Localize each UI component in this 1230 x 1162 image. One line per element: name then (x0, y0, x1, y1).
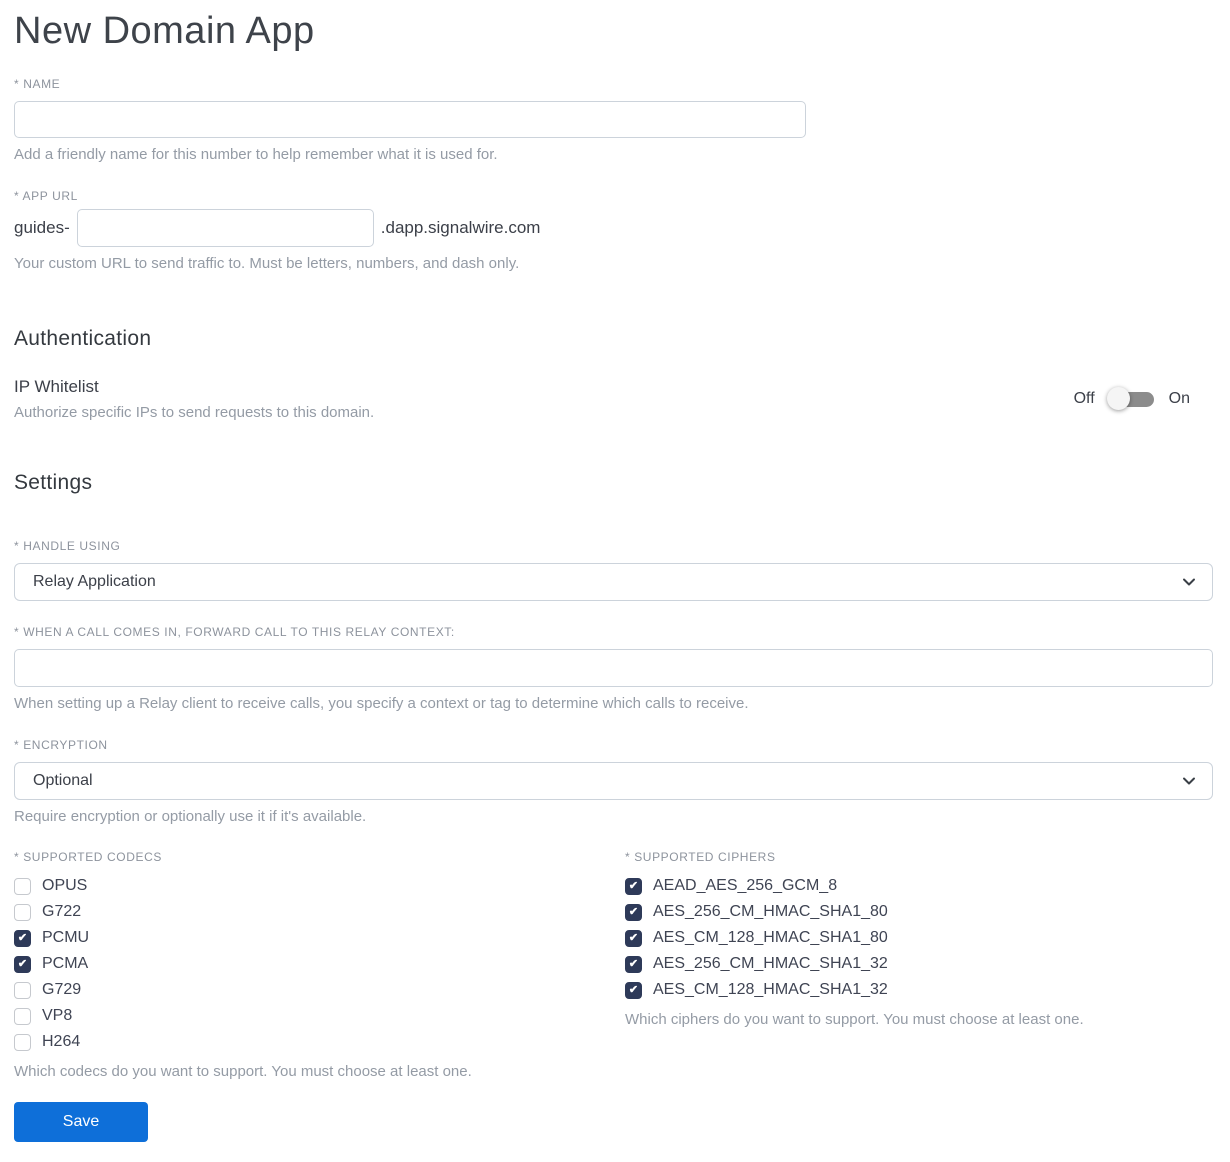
encryption-select-wrap: Optional (14, 761, 1213, 800)
checkbox-label: AEAD_AES_256_GCM_8 (653, 877, 838, 894)
checkbox-row[interactable]: ✔ AEAD_AES_256_GCM_8 (625, 873, 1213, 899)
handle-using-select-wrap: Relay Application (14, 562, 1213, 601)
checkbox-row[interactable]: G729 (14, 977, 625, 1003)
ciphers-checklist: ✔ AEAD_AES_256_GCM_8 ✔ AES_256_CM_HMAC_SHA1… (625, 873, 1213, 1003)
checkbox-label: AES_256_CM_HMAC_SHA1_32 (653, 955, 888, 972)
toggle-knob-icon[interactable] (1106, 386, 1130, 410)
supported-codecs-label: * SUPPORTED CODECS (14, 850, 162, 864)
supported-ciphers-group: * SUPPORTED CIPHERS ✔ AEAD_AES_256_GCM_8 ✔… (625, 850, 1213, 1080)
codecs-helper-text: Which codecs do you want to support. You… (14, 1063, 472, 1080)
encryption-helper-text: Require encryption or optionally use it … (14, 807, 367, 825)
ip-whitelist-row: IP Whitelist Authorize specific IPs to s… (14, 377, 1213, 421)
checkmark-icon: ✔ (628, 879, 639, 892)
app-url-input[interactable] (76, 209, 374, 248)
ip-whitelist-toggle[interactable] (1106, 386, 1155, 410)
app-url-prefix: guides- (14, 218, 70, 238)
checkbox-checked-icon[interactable]: ✔ (14, 955, 31, 973)
handle-using-select[interactable]: Relay Application (14, 562, 1213, 601)
relay-context-label: * WHEN A CALL COMES IN, FORWARD CALL TO … (14, 624, 455, 639)
checkmark-icon: ✔ (628, 957, 639, 970)
relay-context-input[interactable] (14, 648, 1213, 687)
checkmark-icon: ✔ (17, 931, 28, 944)
checkbox-row[interactable]: G722 (14, 899, 625, 925)
encryption-select[interactable]: Optional (14, 761, 1213, 800)
checkbox-checked-icon[interactable]: ✔ (14, 929, 31, 947)
checkbox-unchecked-icon[interactable] (14, 1033, 31, 1051)
handle-using-label: * HANDLE USING (14, 538, 121, 553)
new-domain-app-form: New Domain App * NAME Add a friendly nam… (0, 0, 1230, 1162)
encryption-group: * ENCRYPTION Optional Require encryption… (14, 738, 1213, 827)
checkmark-icon: ✔ (628, 983, 639, 996)
checkbox-checked-icon[interactable]: ✔ (625, 929, 642, 947)
checkbox-row[interactable]: ✔ AES_256_CM_HMAC_SHA1_32 (625, 951, 1213, 977)
checkbox-row[interactable]: H264 (14, 1029, 625, 1055)
name-field-group: * NAME Add a friendly name for this numb… (14, 77, 1213, 165)
checkbox-unchecked-icon[interactable] (14, 877, 31, 895)
ciphers-helper-text: Which ciphers do you want to support. Yo… (625, 1011, 1084, 1028)
checkbox-checked-icon[interactable]: ✔ (625, 877, 642, 895)
app-url-label: * APP URL (14, 189, 78, 204)
checkbox-row[interactable]: ✔ AES_256_CM_HMAC_SHA1_80 (625, 899, 1213, 925)
checkbox-label: PCMU (42, 929, 90, 946)
app-url-suffix: .dapp.signalwire.com (380, 218, 541, 238)
relay-context-group: * WHEN A CALL COMES IN, FORWARD CALL TO … (14, 625, 1213, 714)
codecs-ciphers-section: * SUPPORTED CODECS OPUS G722 ✔ PCMU ✔ PCMA G72… (14, 850, 1213, 1080)
toggle-off-label: Off (1073, 389, 1095, 407)
checkbox-label: VP8 (42, 1007, 73, 1024)
codecs-checklist: OPUS G722 ✔ PCMU ✔ PCMA G729 VP8 H264 (14, 873, 625, 1055)
checkbox-row[interactable]: OPUS (14, 873, 625, 899)
ip-whitelist-text-block: IP Whitelist Authorize specific IPs to s… (14, 377, 374, 421)
checkbox-unchecked-icon[interactable] (14, 1007, 31, 1025)
checkbox-row[interactable]: VP8 (14, 1003, 625, 1029)
handle-using-group: * HANDLE USING Relay Application (14, 539, 1213, 601)
name-label: * NAME (14, 77, 61, 91)
relay-context-helper-text: When setting up a Relay client to receiv… (14, 694, 749, 712)
checkbox-unchecked-icon[interactable] (14, 981, 31, 999)
checkbox-checked-icon[interactable]: ✔ (625, 981, 642, 999)
checkbox-row[interactable]: ✔ AES_CM_128_HMAC_SHA1_32 (625, 977, 1213, 1003)
checkbox-row[interactable]: ✔ PCMU (14, 925, 625, 951)
app-url-row: guides- .dapp.signalwire.com (14, 209, 1213, 248)
checkbox-checked-icon[interactable]: ✔ (625, 955, 642, 973)
encryption-label: * ENCRYPTION (14, 737, 108, 752)
app-url-field-group: * APP URL guides- .dapp.signalwire.com Y… (14, 189, 1213, 274)
page-title: New Domain App (14, 10, 315, 52)
name-helper-text: Add a friendly name for this number to h… (14, 146, 498, 163)
checkbox-label: G729 (42, 981, 82, 998)
toggle-on-label: On (1168, 389, 1190, 407)
checkbox-checked-icon[interactable]: ✔ (625, 903, 642, 921)
checkbox-label: G722 (42, 903, 82, 920)
checkbox-label: AES_256_CM_HMAC_SHA1_80 (653, 903, 888, 920)
save-button[interactable]: Save (14, 1102, 148, 1142)
checkmark-icon: ✔ (17, 957, 28, 970)
settings-heading: Settings (14, 470, 93, 494)
ip-whitelist-label: IP Whitelist (14, 376, 99, 396)
name-input[interactable] (14, 101, 806, 138)
authentication-heading: Authentication (14, 326, 152, 350)
checkbox-row[interactable]: ✔ PCMA (14, 951, 625, 977)
supported-codecs-group: * SUPPORTED CODECS OPUS G722 ✔ PCMU ✔ PCMA G72… (14, 850, 625, 1080)
ip-whitelist-toggle-group: Off On (1073, 386, 1190, 410)
checkbox-label: H264 (42, 1033, 81, 1050)
checkmark-icon: ✔ (628, 931, 639, 944)
checkbox-row[interactable]: ✔ AES_CM_128_HMAC_SHA1_80 (625, 925, 1213, 951)
supported-ciphers-label: * SUPPORTED CIPHERS (625, 850, 776, 864)
ip-whitelist-helper-text: Authorize specific IPs to send requests … (14, 403, 375, 421)
app-url-helper-text: Your custom URL to send traffic to. Must… (14, 255, 520, 273)
checkbox-label: PCMA (42, 955, 89, 972)
checkbox-label: AES_CM_128_HMAC_SHA1_80 (653, 929, 888, 946)
checkmark-icon: ✔ (628, 905, 639, 918)
checkbox-unchecked-icon[interactable] (14, 903, 31, 921)
checkbox-label: OPUS (42, 877, 88, 894)
checkbox-label: AES_CM_128_HMAC_SHA1_32 (653, 981, 888, 998)
